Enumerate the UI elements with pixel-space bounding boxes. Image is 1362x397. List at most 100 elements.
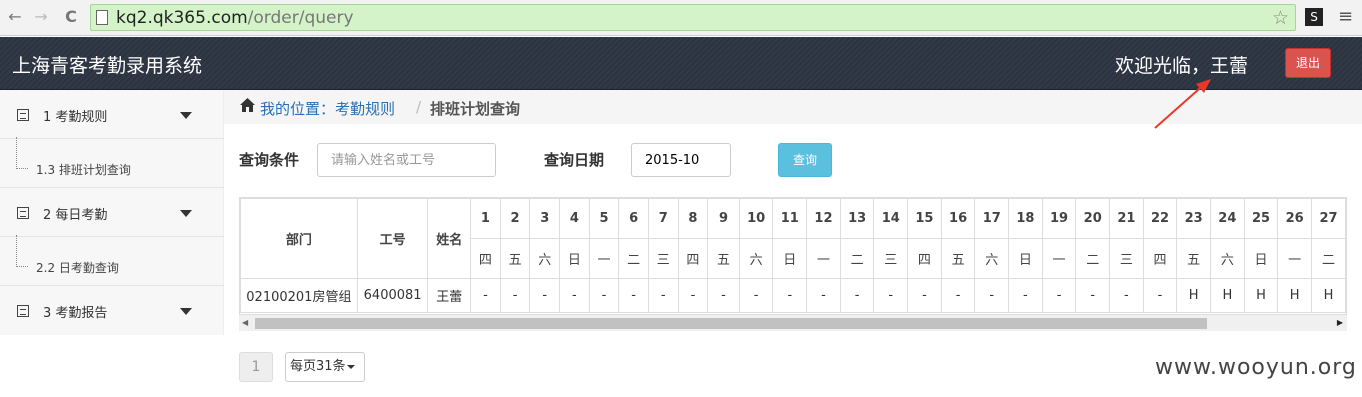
sidebar-group-label: 3 考勤报告	[43, 306, 108, 321]
per-page-dropdown[interactable]: 每页31条	[285, 352, 365, 382]
scroll-right-icon[interactable]: ▶	[1337, 318, 1343, 327]
back-icon[interactable]: ←	[4, 6, 26, 28]
header-day: 21	[1109, 198, 1144, 239]
schedule-cell: -	[470, 278, 501, 313]
header-id: 工号	[356, 198, 429, 279]
forward-icon[interactable]: →	[30, 6, 52, 28]
schedule-cell: -	[974, 278, 1010, 313]
breadcrumb-link[interactable]: 我的位置：考勤规则	[260, 98, 395, 119]
sidebar-item-schedule-query[interactable]: 1.3 排班计划查询	[0, 137, 224, 188]
header-day: 18	[1008, 198, 1043, 239]
caret-down-icon	[180, 112, 192, 119]
sidebar-item-daily-query[interactable]: 2.2 日考勤查询	[0, 235, 224, 286]
condition-label: 查询条件	[239, 151, 300, 169]
sidebar-group-rules[interactable]: 1 考勤规则	[0, 90, 224, 139]
date-input[interactable]	[631, 143, 731, 177]
header-day: 22	[1142, 198, 1178, 239]
schedule-table: 部门 工号 姓名 1 2 3 4 5 6 7 8 9 10 11 12 13 14 15 16 17 18 19 20…	[240, 198, 1346, 313]
header-name: 姓名	[427, 198, 472, 279]
header-weekday: 四	[677, 238, 709, 279]
header-weekday: 一	[588, 238, 620, 279]
schedule-cell: -	[839, 278, 875, 313]
header-day: 20	[1075, 198, 1111, 239]
header-day: 10	[738, 198, 774, 239]
schedule-cell: -	[647, 278, 679, 313]
header-day: 3	[529, 198, 561, 239]
caret-down-icon	[180, 210, 192, 217]
app-header: 上海青客考勤录用系统 欢迎光临，王蕾 退出	[0, 37, 1362, 90]
table-row: 02100201房管组 6400081 王蕾 -----------------…	[240, 278, 1346, 313]
header-day: 2	[499, 198, 531, 239]
sidebar-group-daily[interactable]: 2 每日考勤	[0, 188, 224, 237]
header-day: 23	[1176, 198, 1212, 239]
schedule-cell: -	[772, 278, 808, 313]
header-weekday: 四	[907, 238, 942, 279]
address-bar[interactable]: kq2.qk365.com/order/query ☆	[90, 4, 1296, 31]
header-day: 8	[677, 198, 709, 239]
header-weekday: 一	[1277, 238, 1312, 279]
header-weekday: 日	[1243, 238, 1279, 279]
url-domain: kq2.qk365.com	[116, 8, 248, 28]
list-icon	[17, 207, 29, 219]
horizontal-scrollbar[interactable]: ◀ ▶	[239, 314, 1347, 331]
browser-toolbar: ← → C kq2.qk365.com/order/query ☆ S ≡	[0, 0, 1362, 36]
header-weekday: 二	[1310, 238, 1346, 279]
page-number-button[interactable]: 1	[239, 352, 273, 382]
header-weekday: 三	[873, 238, 909, 279]
logout-button[interactable]: 退出	[1285, 48, 1331, 78]
per-page-label: 每页31条	[290, 359, 346, 374]
header-day: 11	[772, 198, 808, 239]
schedule-cell: -	[1109, 278, 1144, 313]
header-day: 16	[940, 198, 976, 239]
header-day: 26	[1277, 198, 1312, 239]
header-day: 17	[974, 198, 1010, 239]
schedule-cell: -	[907, 278, 942, 313]
header-weekday: 日	[772, 238, 808, 279]
sidebar-item-label: 2.2 日考勤查询	[36, 261, 119, 275]
breadcrumb-current: 排班计划查询	[430, 100, 521, 118]
header-day: 1	[470, 198, 501, 239]
scrollbar-thumb[interactable]	[255, 318, 1207, 329]
header-day: 7	[647, 198, 679, 239]
header-weekday: 一	[1041, 238, 1077, 279]
header-day: 27	[1310, 198, 1346, 239]
header-day: 4	[559, 198, 590, 239]
caret-down-icon	[346, 364, 355, 369]
header-weekday: 六	[738, 238, 774, 279]
cell-dept: 02100201房管组	[240, 278, 358, 313]
sidebar-group-report[interactable]: 3 考勤报告	[0, 286, 224, 335]
schedule-cell: H	[1310, 278, 1346, 313]
header-weekday: 二	[618, 238, 649, 279]
header-day: 9	[707, 198, 740, 239]
extension-icon[interactable]: S	[1305, 8, 1323, 26]
header-weekday: 五	[940, 238, 976, 279]
header-weekday: 日	[1008, 238, 1043, 279]
scroll-left-icon[interactable]: ◀	[242, 318, 248, 327]
header-weekday: 二	[1075, 238, 1111, 279]
schedule-cell: H	[1176, 278, 1212, 313]
header-weekday: 四	[1142, 238, 1178, 279]
condition-input[interactable]	[317, 143, 496, 177]
header-weekday: 五	[707, 238, 740, 279]
header-day: 24	[1210, 198, 1245, 239]
browser-menu-icon[interactable]: ≡	[1338, 6, 1353, 27]
schedule-cell: -	[940, 278, 976, 313]
schedule-cell: H	[1243, 278, 1279, 313]
reload-icon[interactable]: C	[60, 6, 82, 28]
url-path: /order/query	[247, 8, 354, 28]
date-label: 查询日期	[544, 151, 605, 169]
header-weekday: 三	[1109, 238, 1144, 279]
list-icon	[17, 305, 29, 317]
header-weekday: 二	[839, 238, 875, 279]
sidebar: 1 考勤规则 1.3 排班计划查询 2 每日考勤 2.2 日考勤查询 3 考勤报…	[0, 90, 224, 335]
header-day: 6	[618, 198, 649, 239]
header-day: 13	[839, 198, 875, 239]
breadcrumb-separator: /	[416, 98, 422, 116]
bookmark-star-icon[interactable]: ☆	[1272, 7, 1289, 29]
cell-name: 王蕾	[427, 278, 472, 313]
schedule-cell: -	[1142, 278, 1178, 313]
schedule-cell: -	[499, 278, 531, 313]
schedule-cell: -	[873, 278, 909, 313]
sidebar-group-label: 2 每日考勤	[43, 208, 108, 223]
query-button[interactable]: 查询	[778, 143, 832, 177]
